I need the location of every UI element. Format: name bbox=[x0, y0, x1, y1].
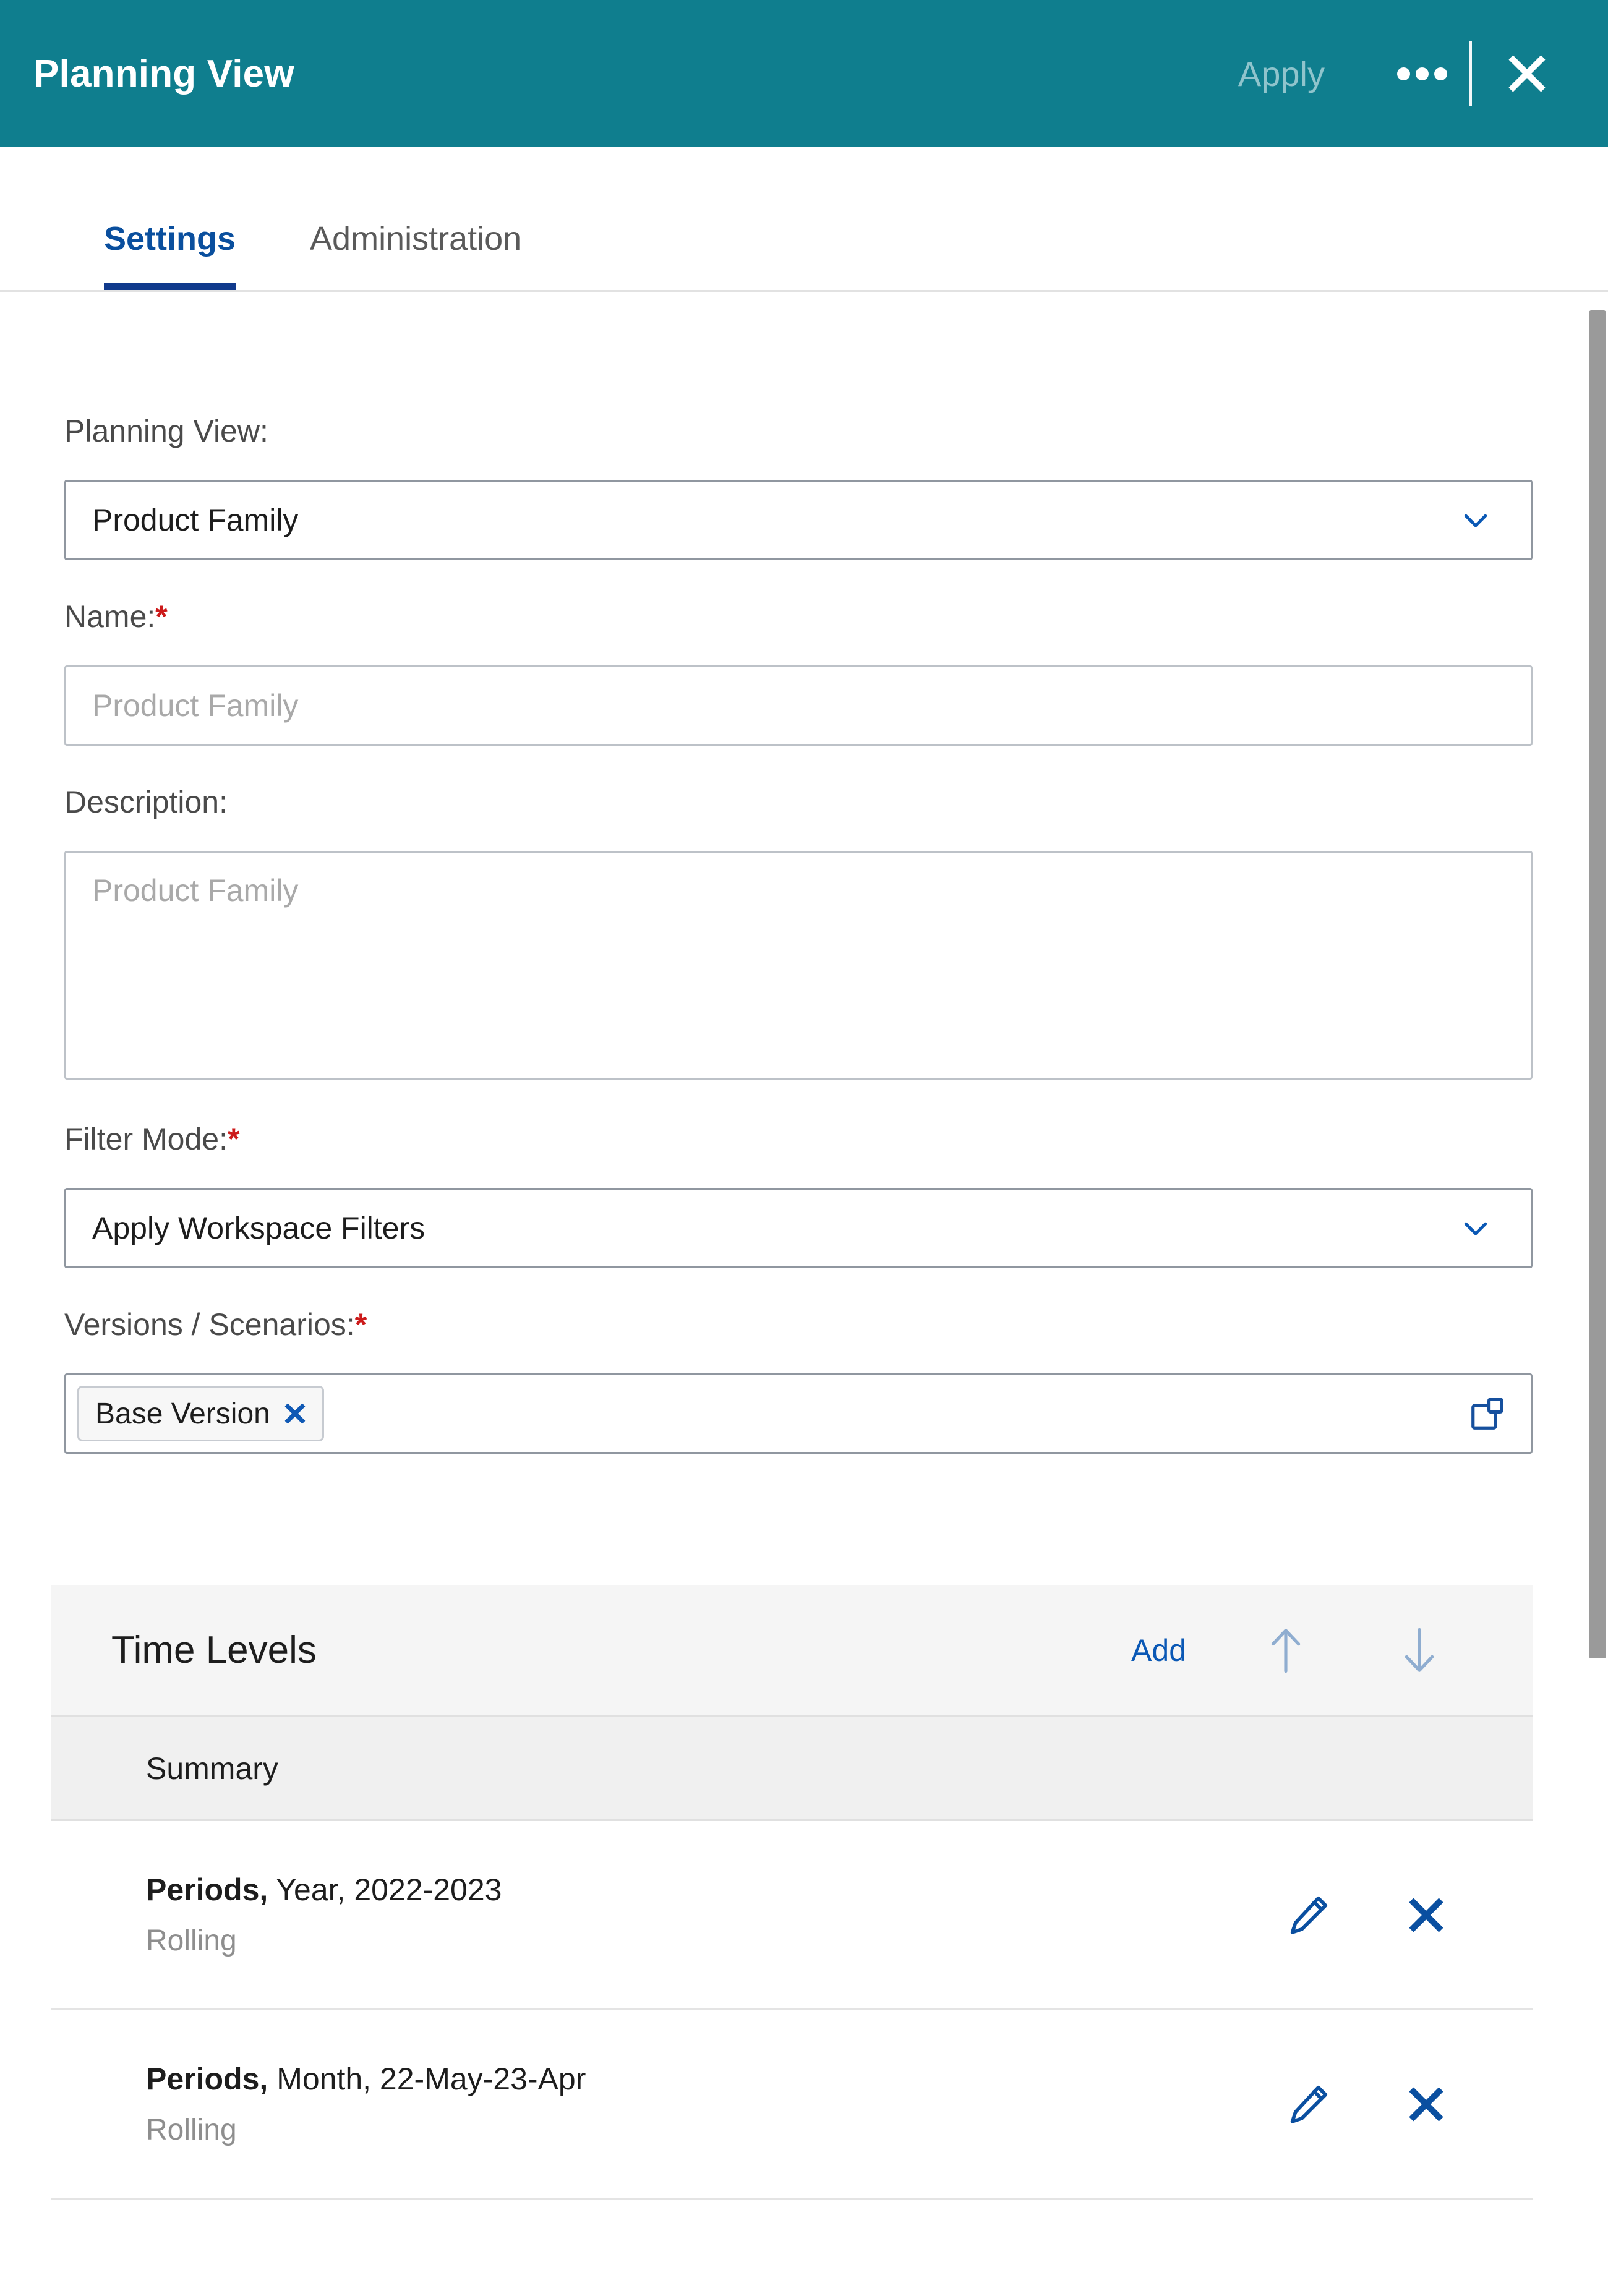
settings-form: Planning View: Product Family Name:* bbox=[0, 292, 1608, 2200]
tab-bar: Settings Administration bbox=[0, 147, 1608, 292]
time-level-content: Periods, Month, 22-May-23-Apr Rolling bbox=[146, 2061, 1278, 2147]
overflow-menu-button[interactable] bbox=[1388, 46, 1456, 101]
table-row[interactable]: Periods, Year, 2022-2023 Rolling bbox=[51, 1821, 1533, 2010]
time-level-content: Periods, Year, 2022-2023 Rolling bbox=[146, 1872, 1278, 1958]
close-icon[interactable] bbox=[1395, 1884, 1457, 1946]
tab-administration[interactable]: Administration bbox=[310, 220, 521, 290]
planning-view-dialog: Planning View Apply Settings Administrat… bbox=[0, 0, 1608, 2296]
dialog-header: Planning View Apply bbox=[0, 0, 1608, 147]
time-level-summary: Periods, Year, 2022-2023 bbox=[146, 1872, 1278, 1908]
row-actions bbox=[1278, 2073, 1457, 2135]
description-label: Description: bbox=[64, 784, 1533, 820]
pencil-icon[interactable] bbox=[1278, 2073, 1340, 2135]
scrollbar-thumb[interactable] bbox=[1589, 310, 1606, 1658]
chevron-down-icon bbox=[1459, 1211, 1492, 1245]
time-levels-column-header: Summary bbox=[51, 1717, 1533, 1821]
description-textarea[interactable] bbox=[64, 851, 1533, 1080]
required-asterisk: * bbox=[355, 1307, 367, 1342]
chevron-down-icon bbox=[1459, 503, 1492, 537]
version-token-label: Base Version bbox=[95, 1397, 270, 1431]
planning-view-label: Planning View: bbox=[64, 413, 1533, 449]
add-time-level-button[interactable]: Add bbox=[1131, 1632, 1186, 1668]
required-asterisk: * bbox=[155, 599, 167, 634]
time-level-subtext: Rolling bbox=[146, 1924, 1278, 1958]
overflow-dots-icon bbox=[1397, 67, 1447, 80]
time-levels-title: Time Levels bbox=[111, 1628, 317, 1672]
column-header-summary: Summary bbox=[146, 1751, 278, 1786]
planning-view-field: Planning View: Product Family bbox=[64, 413, 1533, 560]
time-level-subtext: Rolling bbox=[146, 2113, 1278, 2147]
value-help-icon[interactable] bbox=[1465, 1391, 1510, 1436]
tab-settings[interactable]: Settings bbox=[104, 220, 236, 290]
apply-button[interactable]: Apply bbox=[1223, 48, 1340, 100]
time-level-prefix: Periods, bbox=[146, 1872, 268, 1907]
header-divider bbox=[1469, 41, 1472, 106]
row-actions bbox=[1278, 1884, 1457, 1946]
version-token[interactable]: Base Version bbox=[77, 1386, 324, 1441]
close-icon[interactable] bbox=[1493, 40, 1561, 108]
page-title: Planning View bbox=[33, 52, 294, 96]
required-asterisk: * bbox=[228, 1122, 239, 1156]
filter-mode-value: Apply Workspace Filters bbox=[92, 1210, 425, 1246]
planning-view-value: Product Family bbox=[92, 502, 298, 538]
time-level-detail: Year, 2022-2023 bbox=[268, 1872, 502, 1907]
name-label: Name:* bbox=[64, 599, 1533, 634]
arrow-up-icon[interactable] bbox=[1252, 1616, 1320, 1684]
name-input[interactable] bbox=[64, 665, 1533, 746]
time-level-summary: Periods, Month, 22-May-23-Apr bbox=[146, 2061, 1278, 2097]
versions-scenarios-field: Versions / Scenarios:* Base Version bbox=[64, 1307, 1533, 1454]
versions-scenarios-label: Versions / Scenarios:* bbox=[64, 1307, 1533, 1342]
settings-scroll-area: Planning View: Product Family Name:* bbox=[0, 292, 1608, 2296]
remove-token-close-icon[interactable] bbox=[281, 1400, 309, 1427]
time-levels-panel: Time Levels Add Summary Perio bbox=[51, 1585, 1533, 2200]
filter-mode-field: Filter Mode:* Apply Workspace Filters bbox=[64, 1121, 1533, 1268]
pencil-icon[interactable] bbox=[1278, 1884, 1340, 1946]
close-icon[interactable] bbox=[1395, 2073, 1457, 2135]
vertical-scrollbar[interactable] bbox=[1588, 292, 1608, 2296]
filter-mode-select[interactable]: Apply Workspace Filters bbox=[64, 1188, 1533, 1268]
filter-mode-label: Filter Mode:* bbox=[64, 1121, 1533, 1157]
arrow-down-icon[interactable] bbox=[1385, 1616, 1453, 1684]
table-row[interactable]: Periods, Month, 22-May-23-Apr Rolling bbox=[51, 2010, 1533, 2200]
planning-view-select[interactable]: Product Family bbox=[64, 480, 1533, 560]
name-field: Name:* bbox=[64, 599, 1533, 746]
time-level-detail: Month, 22-May-23-Apr bbox=[268, 2062, 586, 2096]
description-field: Description: bbox=[64, 784, 1533, 1083]
time-level-prefix: Periods, bbox=[146, 2062, 268, 2096]
versions-scenarios-input[interactable]: Base Version bbox=[64, 1373, 1533, 1454]
time-levels-header: Time Levels Add bbox=[51, 1585, 1533, 1717]
